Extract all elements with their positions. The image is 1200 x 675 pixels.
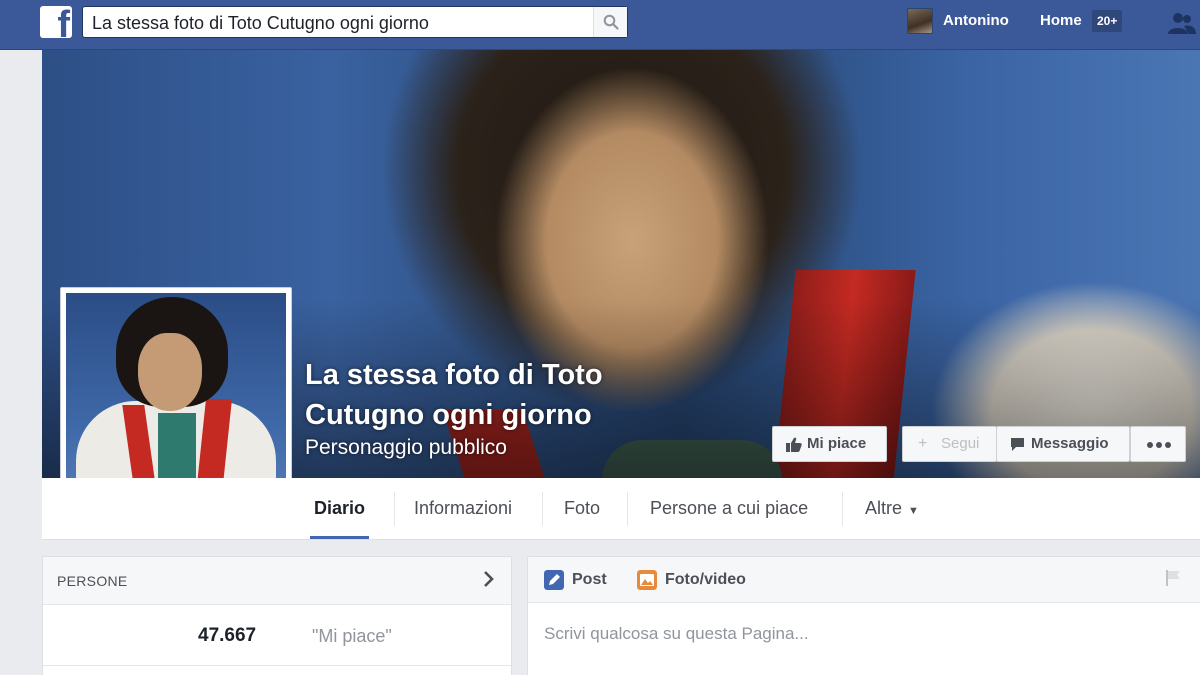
composer-tab-post-label: Post — [572, 571, 607, 588]
tab-label: Persone a cui piace — [650, 498, 809, 518]
more-dots-icon — [1147, 442, 1171, 448]
card-divider — [43, 665, 511, 666]
composer-tab-photo-label: Foto/video — [665, 571, 746, 588]
like-button-label: Mi piace — [807, 435, 867, 452]
likes-count: 47.667 — [198, 625, 257, 646]
more-options-button[interactable] — [1130, 426, 1186, 462]
composer-tab-photo-video[interactable]: Foto/video — [637, 569, 767, 591]
page-title[interactable]: La stessa foto di Toto Cutugno ogni gior… — [305, 355, 725, 435]
tab-altre[interactable]: Altre ▼ — [861, 478, 923, 538]
people-card-title: PERSONE — [57, 573, 128, 589]
tab-divider — [842, 492, 843, 526]
tab-diario[interactable]: Diario — [310, 478, 370, 539]
likes-label: "Mi piace" — [312, 626, 392, 646]
search-input[interactable]: La stessa foto di Toto Cutugno ogni gior… — [92, 13, 429, 34]
composer-tab-post[interactable]: Post — [544, 569, 614, 591]
tab-label: Informazioni — [414, 498, 513, 518]
tab-label: Altre — [865, 498, 903, 518]
composer-header: Post Foto/video — [528, 557, 1200, 603]
tab-foto[interactable]: Foto — [560, 478, 604, 538]
message-button[interactable]: Messaggio — [996, 426, 1130, 462]
tab-divider — [542, 492, 543, 526]
facebook-logo-icon[interactable]: f — [40, 6, 72, 38]
pencil-icon — [544, 570, 564, 590]
friend-requests-icon[interactable] — [1166, 10, 1196, 36]
flag-icon[interactable] — [1164, 569, 1182, 587]
photo-icon — [637, 570, 657, 590]
people-card: PERSONE 47.667 "Mi piace" — [42, 556, 512, 675]
tab-label: Foto — [564, 498, 601, 518]
message-button-label: Messaggio — [1031, 435, 1109, 452]
tab-informazioni[interactable]: Informazioni — [410, 478, 516, 538]
follow-button-label: Segui — [941, 435, 980, 452]
thumbs-up-icon — [786, 437, 802, 452]
tab-persone[interactable]: Persone a cui piace — [646, 478, 812, 538]
profile-face-shape — [138, 333, 202, 411]
search-icon — [603, 14, 619, 30]
home-link[interactable]: Home — [1040, 12, 1082, 29]
tab-label: Diario — [314, 498, 366, 518]
like-button[interactable]: Mi piace — [772, 426, 887, 462]
message-bubble-icon — [1011, 438, 1024, 451]
top-navigation-bar: f La stessa foto di Toto Cutugno ogni gi… — [0, 0, 1200, 50]
page-category: Personaggio pubblico — [305, 436, 507, 459]
search-bar[interactable]: La stessa foto di Toto Cutugno ogni gior… — [82, 6, 628, 38]
follow-button[interactable]: + Segui — [902, 426, 997, 462]
user-avatar[interactable] — [907, 8, 933, 34]
chevron-right-icon[interactable] — [483, 569, 495, 589]
people-card-header[interactable]: PERSONE — [43, 557, 511, 605]
plus-icon: + — [918, 435, 928, 452]
tab-divider — [627, 492, 628, 526]
search-button[interactable] — [593, 7, 627, 37]
chevron-down-icon: ▼ — [908, 505, 919, 517]
page-tab-bar: Diario Informazioni Foto Persone a cui p… — [42, 478, 1200, 540]
tab-divider — [394, 492, 395, 526]
composer-input[interactable]: Scrivi qualcosa su questa Pagina... — [544, 624, 809, 644]
user-name-link[interactable]: Antonino — [943, 12, 1009, 29]
post-composer: Post Foto/video Scrivi qualcosa su quest… — [527, 556, 1200, 675]
home-notification-badge: 20+ — [1092, 10, 1123, 32]
